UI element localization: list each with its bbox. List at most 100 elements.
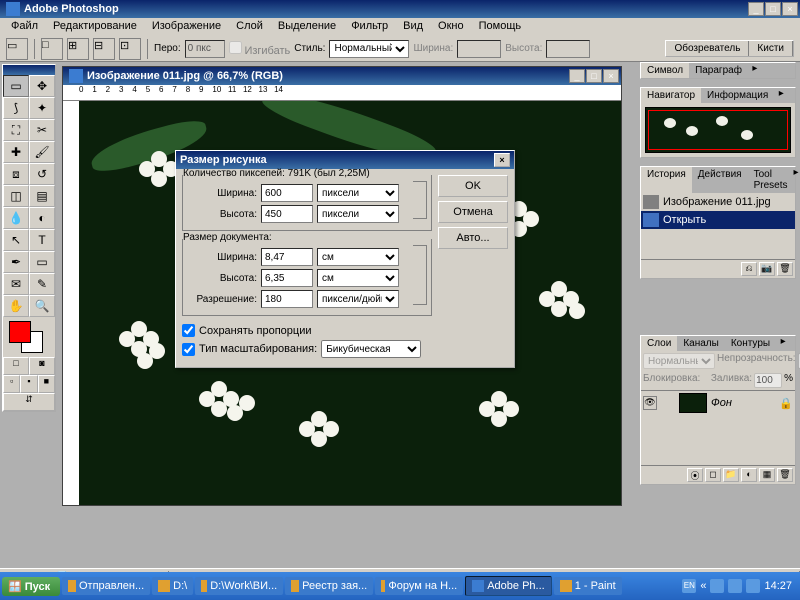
panel-menu-icon[interactable]: ▸	[748, 63, 762, 78]
hand-tool[interactable]: ✋	[3, 295, 29, 317]
new-layer-icon[interactable]: ▦	[759, 468, 775, 482]
doc-minimize-button[interactable]: _	[569, 69, 585, 83]
task-4[interactable]: Реестр зая...	[285, 577, 373, 595]
task-1[interactable]: Отправлен...	[62, 577, 150, 595]
tray-expand-icon[interactable]: «	[700, 580, 706, 592]
lasso-tool[interactable]: ⟆	[3, 97, 29, 119]
color-swatches[interactable]	[3, 317, 55, 357]
maximize-button[interactable]: □	[765, 2, 781, 16]
crop-tool[interactable]: ⛶	[3, 119, 29, 141]
quickmask-on[interactable]: ◙	[29, 357, 55, 375]
marquee-tool[interactable]: ▭	[3, 75, 29, 97]
pixel-height-input[interactable]	[261, 205, 313, 223]
layer-background[interactable]: 👁 Фон 🔒	[641, 390, 795, 415]
feather-input[interactable]	[185, 40, 225, 58]
start-button[interactable]: 🪟 Пуск	[2, 577, 60, 596]
visibility-icon[interactable]: 👁	[643, 396, 657, 410]
resample-method-select[interactable]: Бикубическая	[321, 340, 421, 358]
resolution-input[interactable]	[261, 290, 313, 308]
doc-height-unit[interactable]: см	[317, 269, 399, 287]
task-3[interactable]: D:\Work\ВИ...	[195, 577, 283, 595]
adjustment-layer-icon[interactable]: ◐	[741, 468, 757, 482]
history-brush-tool[interactable]: ↺	[29, 163, 55, 185]
pixel-height-unit[interactable]: пиксели	[317, 205, 399, 223]
new-snapshot-icon[interactable]: 📷	[759, 262, 775, 276]
wand-tool[interactable]: ✦	[29, 97, 55, 119]
constrain-checkbox[interactable]: Сохранять пропорции	[182, 324, 432, 337]
menu-filter[interactable]: Фильтр	[344, 19, 395, 35]
pixel-width-input[interactable]	[261, 184, 313, 202]
lang-indicator[interactable]: EN	[682, 579, 696, 593]
tray-icon[interactable]	[746, 579, 760, 593]
new-doc-from-state-icon[interactable]: ⎌	[741, 262, 757, 276]
foreground-swatch[interactable]	[9, 321, 31, 343]
panel-menu-icon[interactable]: ▸	[774, 88, 788, 103]
doc-width-input[interactable]	[261, 248, 313, 266]
tab-channels[interactable]: Каналы	[677, 336, 725, 351]
shape-tool[interactable]: ▭	[29, 251, 55, 273]
resolution-unit[interactable]: пиксели/дюйм	[317, 290, 399, 308]
sel-new-icon[interactable]: □	[41, 38, 63, 60]
sel-sub-icon[interactable]: ⊟	[93, 38, 115, 60]
sel-add-icon[interactable]: ⊞	[67, 38, 89, 60]
path-tool[interactable]: ↖	[3, 229, 29, 251]
task-2[interactable]: D:\	[152, 577, 193, 595]
tab-paragraph[interactable]: Параграф	[689, 63, 748, 78]
tab-toolpresets[interactable]: Tool Presets	[748, 167, 794, 193]
gradient-tool[interactable]: ▤	[29, 185, 55, 207]
heal-tool[interactable]: ✚	[3, 141, 29, 163]
menu-window[interactable]: Окно	[431, 19, 471, 35]
tab-actions[interactable]: Действия	[692, 167, 748, 193]
ok-button[interactable]: OK	[438, 175, 508, 197]
slice-tool[interactable]: ✂	[29, 119, 55, 141]
layer-style-icon[interactable]: ⦿	[687, 468, 703, 482]
tab-paths[interactable]: Контуры	[725, 336, 776, 351]
tab-symbol[interactable]: Символ	[641, 63, 689, 78]
panel-menu-icon[interactable]: ▸	[776, 336, 790, 351]
style-select[interactable]: Нормальный	[329, 40, 409, 58]
type-tool[interactable]: T	[29, 229, 55, 251]
zoom-tool[interactable]: 🔍	[29, 295, 55, 317]
tray-icon[interactable]	[710, 579, 724, 593]
quickmask-off[interactable]: □	[3, 357, 29, 375]
navigator-thumbnail[interactable]	[645, 107, 791, 153]
eyedropper-tool[interactable]: ✎	[29, 273, 55, 295]
tab-layers[interactable]: Слои	[641, 336, 677, 351]
trash-icon[interactable]: 🗑	[777, 262, 793, 276]
menu-file[interactable]: Файл	[4, 19, 45, 35]
screenmode-fullmenu[interactable]: ■	[38, 375, 55, 393]
new-set-icon[interactable]: 📁	[723, 468, 739, 482]
task-photoshop[interactable]: Adobe Ph...	[465, 576, 552, 596]
tab-navigator[interactable]: Навигатор	[641, 88, 701, 103]
tab-browser[interactable]: Обозреватель	[666, 41, 749, 56]
stamp-tool[interactable]: ⧈	[3, 163, 29, 185]
doc-height-input[interactable]	[261, 269, 313, 287]
menu-layer[interactable]: Слой	[229, 19, 270, 35]
clock[interactable]: 14:27	[764, 580, 792, 592]
doc-width-unit[interactable]: см	[317, 248, 399, 266]
screenmode-full[interactable]: ▪	[20, 375, 37, 393]
cancel-button[interactable]: Отмена	[438, 201, 508, 223]
auto-button[interactable]: Авто...	[438, 227, 508, 249]
notes-tool[interactable]: ✉	[3, 273, 29, 295]
screenmode-std[interactable]: ▫	[3, 375, 20, 393]
tab-info[interactable]: Информация	[701, 88, 774, 103]
task-5[interactable]: Форум на Н...	[375, 577, 463, 595]
eraser-tool[interactable]: ◫	[3, 185, 29, 207]
close-button[interactable]: ×	[782, 2, 798, 16]
delete-layer-icon[interactable]: 🗑	[777, 468, 793, 482]
dodge-tool[interactable]: ◐	[29, 207, 55, 229]
blur-tool[interactable]: 💧	[3, 207, 29, 229]
dialog-close-button[interactable]: ×	[494, 153, 510, 167]
resample-checkbox[interactable]: Тип масштабирования: Бикубическая	[182, 340, 432, 358]
menu-image[interactable]: Изображение	[145, 19, 228, 35]
tab-history[interactable]: История	[641, 167, 692, 193]
menu-help[interactable]: Помощь	[472, 19, 529, 35]
panel-menu-icon[interactable]: ▸	[794, 167, 799, 193]
menu-select[interactable]: Выделение	[271, 19, 343, 35]
pixel-width-unit[interactable]: пиксели	[317, 184, 399, 202]
tab-brushes[interactable]: Кисти	[749, 41, 793, 56]
task-7[interactable]: 1 - Paint	[554, 577, 622, 595]
history-step-open[interactable]: Открыть	[641, 211, 795, 229]
pen-tool[interactable]: ✒	[3, 251, 29, 273]
